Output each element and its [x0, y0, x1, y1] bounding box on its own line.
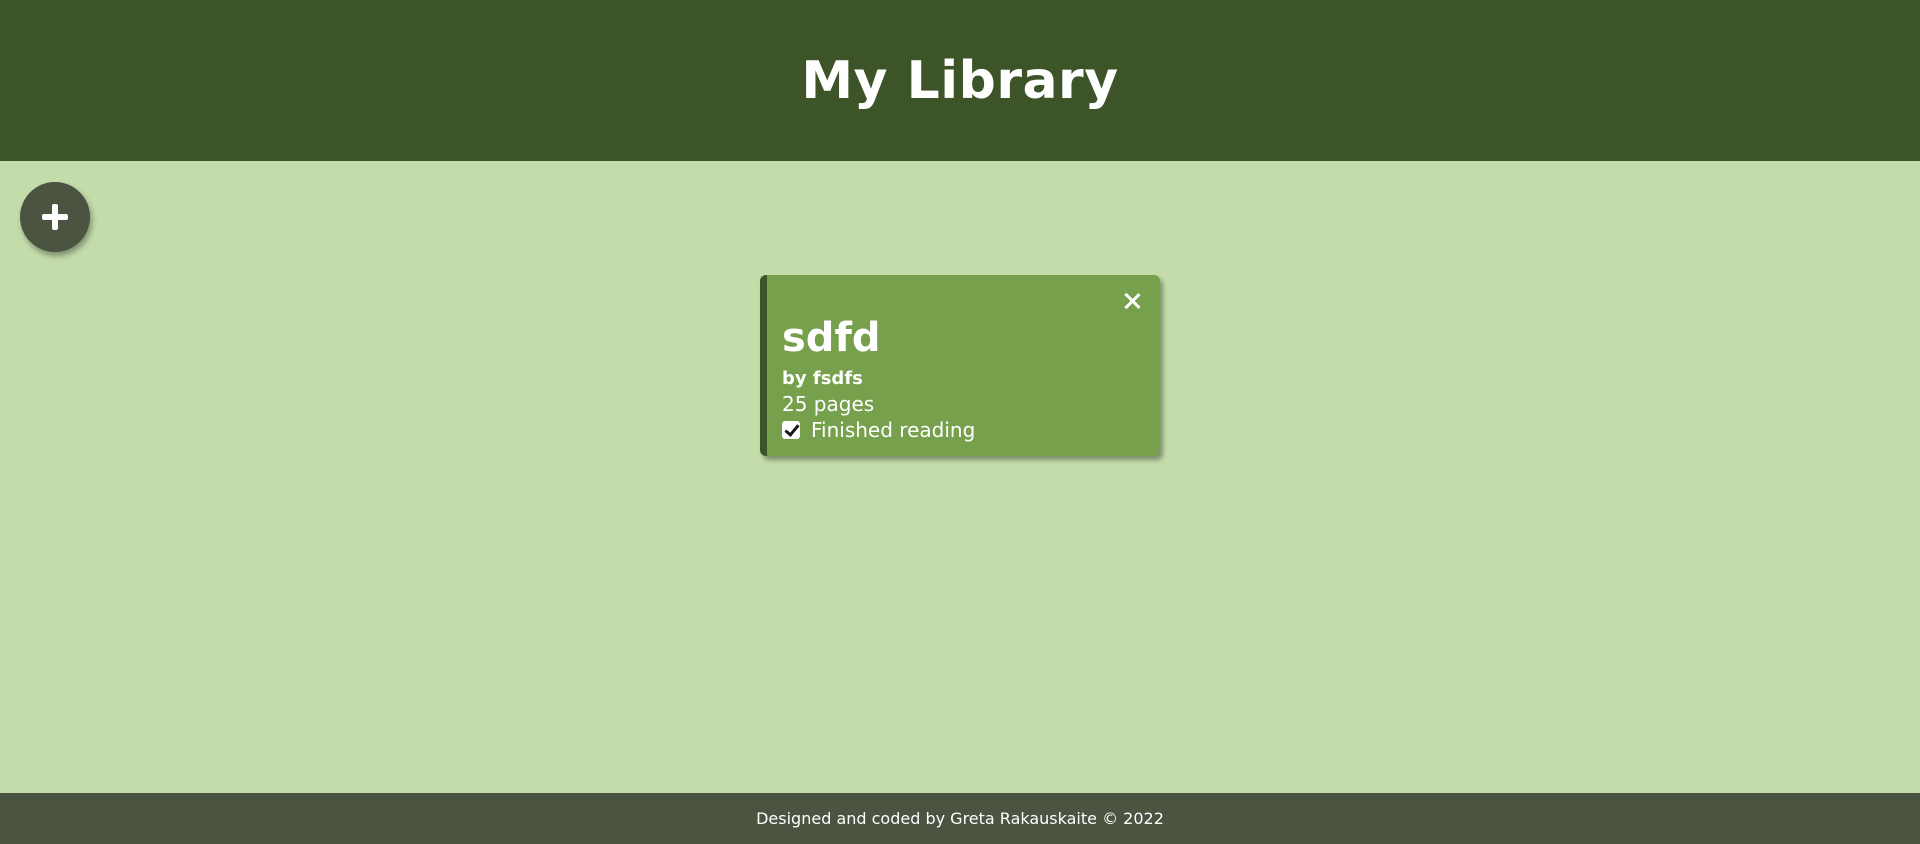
finished-reading-label: Finished reading: [811, 418, 976, 442]
close-icon[interactable]: [1120, 289, 1144, 313]
book-card: sdfd by fsdfs 25 pages Finished reading: [760, 275, 1160, 456]
book-title: sdfd: [782, 315, 881, 361]
read-status-row: Finished reading: [782, 417, 1140, 443]
finished-reading-checkbox[interactable]: [782, 421, 800, 439]
book-pages: 25 pages: [782, 392, 875, 416]
book-author: by fsdfs: [782, 368, 863, 389]
page-footer: Designed and coded by Greta Rakauskaite …: [0, 793, 1920, 844]
add-book-button[interactable]: [20, 182, 90, 252]
plus-icon: [42, 204, 68, 230]
page-title: My Library: [801, 50, 1119, 111]
page-header: My Library: [0, 0, 1920, 161]
footer-credit: Designed and coded by Greta Rakauskaite …: [756, 809, 1164, 828]
